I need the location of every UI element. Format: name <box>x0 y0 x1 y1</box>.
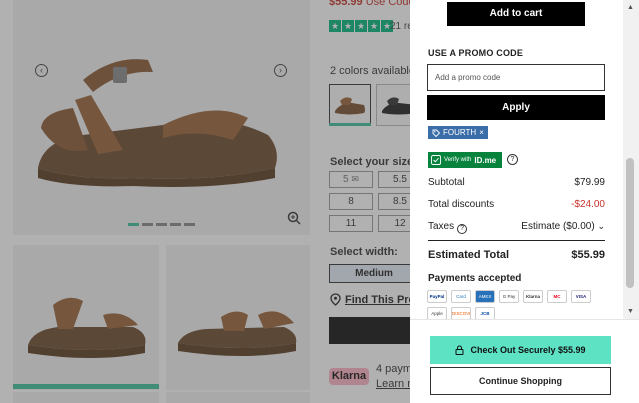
taxes-value: Estimate ($0.00) <box>521 221 595 232</box>
taxes-label-group: Taxes? <box>428 221 468 234</box>
taxes-label: Taxes <box>428 221 455 232</box>
visa-icon: VISA <box>571 290 591 303</box>
scroll-up-icon[interactable]: ▲ <box>627 4 634 11</box>
paypal-icon: PayPal <box>427 290 447 303</box>
checkout-securely-button[interactable]: Check Out Securely $55.99 <box>430 336 611 364</box>
estimated-total-row: Estimated Total $55.99 <box>428 249 605 261</box>
discounts-row: Total discounts -$24.00 <box>428 199 605 210</box>
apply-promo-button[interactable]: Apply <box>427 95 605 120</box>
idme-prefix-text: Verify with <box>444 157 472 163</box>
discounts-label: Total discounts <box>428 199 495 210</box>
payments-accepted-heading: Payments accepted <box>428 273 522 284</box>
estimated-total-label: Estimated Total <box>428 249 510 261</box>
lock-icon <box>455 345 464 355</box>
subtotal-label: Subtotal <box>428 177 465 188</box>
coupon-code-text: FOURTH <box>443 128 477 137</box>
applied-coupon-tag: FOURTH × <box>428 126 488 139</box>
google-pay-icon: G Pay <box>499 290 519 303</box>
info-icon[interactable]: ? <box>457 224 468 234</box>
payment-methods: PayPal Card AMEX G Pay Klarna MC VISA Ap… <box>427 290 593 320</box>
taxes-dropdown[interactable]: Estimate ($0.00) ⌄ <box>521 221 605 234</box>
verify-with-idme-button[interactable]: Verify with ID.me <box>428 152 502 168</box>
tag-icon <box>432 129 440 137</box>
idme-logo: ID.me <box>474 155 497 165</box>
page: ‹ › $55.99 Use Code: F ★ ★ ★ ★ ★ 21 rev … <box>0 0 639 403</box>
promo-code-input[interactable] <box>427 64 605 91</box>
summary-divider <box>428 240 605 241</box>
subtotal-value: $79.99 <box>574 177 605 188</box>
help-icon[interactable]: ? <box>507 154 518 165</box>
mastercard-icon: MC <box>547 290 567 303</box>
estimated-total-value: $55.99 <box>571 249 605 261</box>
promo-code-heading: USE A PROMO CODE <box>428 48 524 58</box>
add-to-cart-button[interactable]: Add to cart <box>447 2 585 26</box>
klarna-icon: Klarna <box>523 290 543 303</box>
amex-icon: AMEX <box>475 290 495 303</box>
subtotal-row: Subtotal $79.99 <box>428 177 605 188</box>
taxes-row: Taxes? Estimate ($0.00) ⌄ <box>428 221 605 234</box>
scroll-down-icon[interactable]: ▼ <box>627 308 634 315</box>
modal-backdrop[interactable] <box>0 0 410 403</box>
continue-shopping-button[interactable]: Continue Shopping <box>430 367 611 395</box>
chevron-down-icon: ⌄ <box>597 221 605 231</box>
remove-coupon-icon[interactable]: × <box>479 126 484 139</box>
shield-check-icon <box>431 155 441 165</box>
discounts-value: -$24.00 <box>571 199 605 210</box>
scrollbar-thumb[interactable] <box>626 158 634 288</box>
card-icon: Card <box>451 290 471 303</box>
checkout-label: Check Out Securely $55.99 <box>470 345 586 355</box>
